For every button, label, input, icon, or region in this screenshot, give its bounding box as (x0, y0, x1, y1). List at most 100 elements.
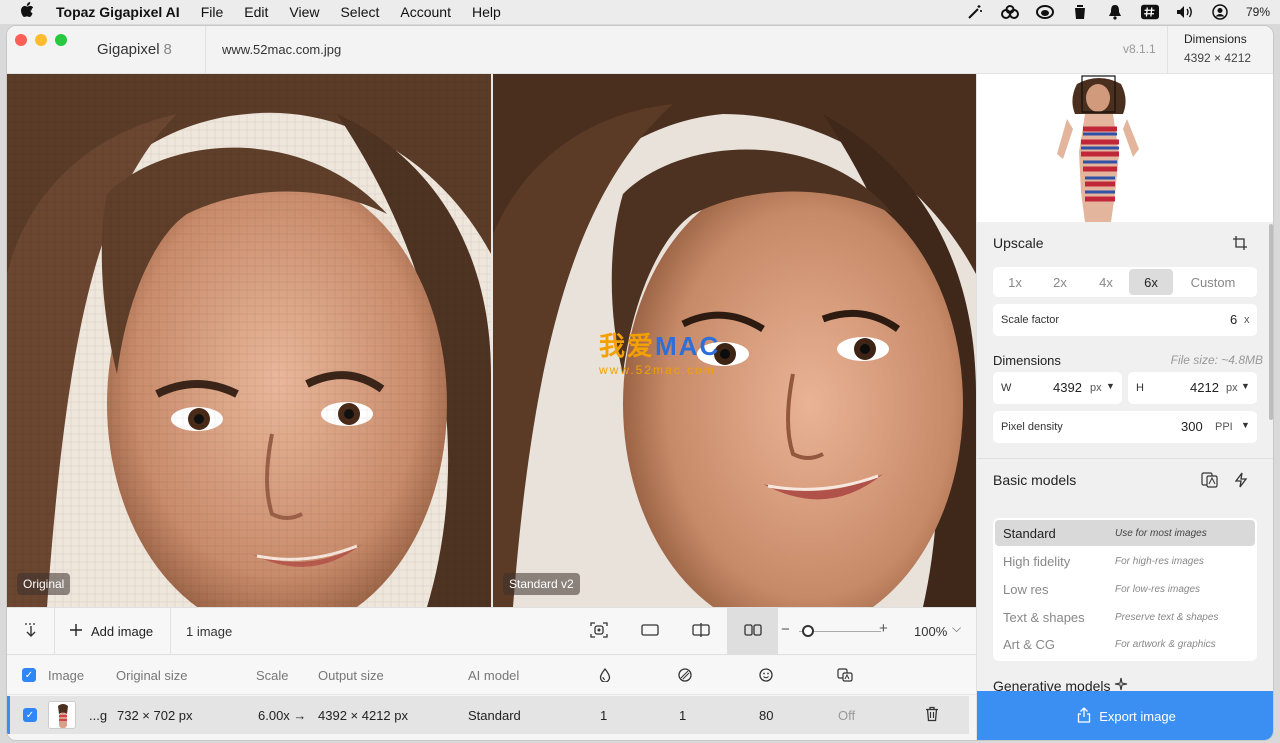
export-label: Export image (1099, 709, 1176, 724)
model-name: High fidelity (1003, 553, 1071, 569)
zoom-level[interactable]: 100% (914, 624, 947, 639)
enhanced-image-pane[interactable]: Standard v2 (493, 74, 976, 607)
scale-factor-unit: x (1244, 314, 1250, 326)
header-ai-model[interactable]: AI model (468, 656, 519, 694)
width-field[interactable]: W 4392 px ▼ (993, 372, 1122, 404)
apple-icon[interactable] (20, 2, 38, 22)
model-list: Standard Use for most images High fideli… (993, 518, 1257, 661)
menu-account[interactable]: Account (400, 4, 451, 20)
trash-bin-icon[interactable] (1071, 4, 1089, 20)
height-value[interactable]: 4212 (1190, 380, 1219, 395)
notification-bell-icon[interactable] (1106, 4, 1124, 20)
caret-down-icon[interactable]: ▼ (1241, 420, 1250, 430)
model-art-cg[interactable]: Art & CG For artwork & graphics (995, 631, 1255, 657)
header-original-size[interactable]: Original size (116, 656, 188, 694)
delete-row-button[interactable] (925, 696, 939, 734)
row-original-size: 732 × 702 px (117, 707, 193, 723)
watermark: 我爱MAC www.52mac.com (599, 326, 720, 377)
model-description: For high-res images (1115, 555, 1204, 567)
image-toolbar: Add image 1 image − + 100% ⌵ (7, 607, 976, 655)
pixel-density-field[interactable]: Pixel density 300 PPI ▼ (993, 411, 1257, 443)
width-unit: px (1090, 382, 1102, 394)
height-field[interactable]: H 4212 px ▼ (1128, 372, 1257, 404)
menu-select[interactable]: Select (340, 4, 379, 20)
scale-custom[interactable]: Custom (1173, 269, 1253, 295)
zoom-slider-handle[interactable] (802, 625, 814, 637)
battery-percent[interactable]: 79% (1246, 5, 1270, 19)
magic-wand-icon[interactable] (966, 4, 984, 20)
original-portrait-image (7, 74, 491, 607)
scale-factor-field[interactable]: Scale factor 6 x (993, 304, 1257, 336)
zoom-in-button[interactable]: + (879, 620, 888, 637)
menu-view[interactable]: View (289, 4, 319, 20)
text-enhance-icon[interactable] (837, 656, 853, 694)
select-all-checkbox[interactable]: ✓ (22, 668, 36, 682)
scale-4x[interactable]: 4x (1083, 269, 1129, 295)
scale-2x[interactable]: 2x (1037, 269, 1083, 295)
model-description: Use for most images (1115, 527, 1207, 539)
table-row[interactable]: ✓ ...g 732 × 702 px 6.00x → 4392 × 4212 … (7, 696, 969, 734)
menu-file[interactable]: File (201, 4, 224, 20)
model-description: Preserve text & shapes (1115, 611, 1219, 623)
navigator-preview[interactable] (977, 74, 1273, 222)
row-filename: ...g (89, 707, 108, 723)
model-name: Standard (1003, 525, 1056, 541)
image-table-header: ✓ Image Original size Scale Output size … (7, 656, 976, 695)
file-name: www.52mac.com.jpg (222, 42, 342, 57)
import-button[interactable] (7, 608, 54, 655)
width-label: W (1001, 382, 1012, 394)
add-image-button[interactable]: Add image (69, 608, 153, 655)
model-high-fidelity[interactable]: High fidelity For high-res images (995, 548, 1255, 574)
header-output-size[interactable]: Output size (318, 656, 384, 694)
width-value[interactable]: 4392 (1053, 380, 1082, 395)
single-view-button[interactable] (628, 608, 672, 655)
menu-help[interactable]: Help (472, 4, 501, 20)
volume-icon[interactable] (1176, 4, 1194, 20)
hash-icon[interactable] (1140, 4, 1159, 20)
close-window-button[interactable] (15, 34, 27, 46)
lightning-bolt-icon[interactable] (1234, 472, 1248, 491)
chevron-down-icon[interactable]: ⌵ (952, 621, 961, 636)
row-ai-model: Standard (468, 707, 521, 723)
scale-1x[interactable]: 1x (993, 269, 1037, 295)
model-text-shapes[interactable]: Text & shapes Preserve text & shapes (995, 604, 1255, 630)
focus-view-button[interactable] (577, 608, 621, 655)
split-view-button[interactable] (679, 608, 723, 655)
user-account-icon[interactable] (1211, 4, 1229, 20)
model-low-res[interactable]: Low res For low-res images (995, 576, 1255, 602)
zoom-out-button[interactable]: − (781, 621, 790, 638)
scale-6x[interactable]: 6x (1129, 269, 1173, 295)
window-controls (15, 34, 67, 46)
panel-scrollbar[interactable] (1269, 224, 1273, 420)
split-view-icon (692, 623, 710, 640)
watermark-mac: MAC (655, 331, 721, 361)
header-scale[interactable]: Scale (256, 656, 289, 694)
side-by-side-view-button[interactable] (727, 608, 778, 655)
scale-factor-value[interactable]: 6 (1230, 312, 1237, 327)
file-size-label: File size: ~4.8MB (1170, 353, 1263, 367)
model-name: Text & shapes (1003, 609, 1085, 625)
zoom-window-button[interactable] (55, 34, 67, 46)
pixel-density-value[interactable]: 300 (1181, 419, 1203, 434)
export-image-button[interactable]: Export image (977, 691, 1273, 740)
caret-down-icon[interactable]: ▼ (1241, 381, 1250, 391)
caret-down-icon[interactable]: ▼ (1106, 381, 1115, 391)
model-standard[interactable]: Standard Use for most images (995, 520, 1255, 546)
minimize-window-button[interactable] (35, 34, 47, 46)
original-image-pane[interactable]: Original (7, 74, 491, 607)
creative-suite-icon[interactable] (1035, 4, 1054, 20)
denoise-drop-icon[interactable] (599, 656, 611, 694)
compare-models-icon[interactable] (1201, 472, 1219, 491)
face-recovery-icon[interactable] (759, 656, 773, 694)
plus-icon (69, 623, 83, 640)
dimensions-value: 4392 × 4212 (1184, 51, 1252, 65)
header-image[interactable]: Image (48, 656, 84, 694)
creative-cloud-icon[interactable] (1000, 4, 1019, 20)
titlebar: Gigapixel 8 www.52mac.com.jpg v8.1.1 Dime… (7, 26, 1273, 74)
menu-app-name[interactable]: Topaz Gigapixel AI (56, 4, 180, 20)
menu-edit[interactable]: Edit (244, 4, 268, 20)
crop-icon[interactable] (1232, 235, 1248, 254)
sharpen-circle-icon[interactable] (678, 656, 692, 694)
original-label: Original (17, 573, 71, 595)
row-checkbox[interactable]: ✓ (23, 708, 37, 722)
